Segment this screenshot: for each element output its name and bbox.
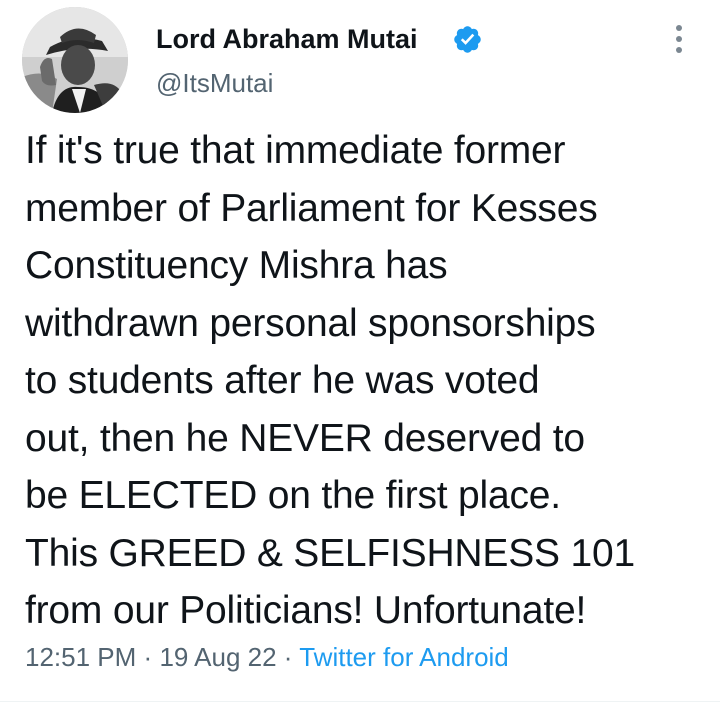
tweet-text-line: out, then he NEVER deserved to — [25, 416, 585, 460]
avatar[interactable] — [22, 7, 128, 113]
verified-badge-icon — [454, 26, 481, 53]
divider — [0, 701, 720, 702]
tweet-text: If it's true that immediate former membe… — [25, 122, 705, 640]
tweet-metadata: 12:51 PM · 19 Aug 22 · Twitter for Andro… — [25, 640, 509, 674]
tweet-source-link[interactable]: Twitter for Android — [299, 642, 509, 672]
profile-photo-icon — [22, 7, 128, 113]
tweet-text-line: member of Parliament for Kesses — [25, 186, 598, 230]
tweet-text-line: withdrawn personal sponsorships — [25, 301, 596, 345]
meta-separator: · — [143, 642, 153, 672]
tweet-text-line: If it's true that immediate former — [25, 129, 566, 172]
tweet-text-line: to students after he was voted — [25, 359, 540, 402]
tweet-time[interactable]: 12:51 PM — [25, 642, 136, 672]
tweet-date[interactable]: 19 Aug 22 — [159, 642, 276, 672]
meta-separator: · — [283, 642, 293, 672]
tweet-card: Lord Abraham Mutai @ItsMutai If it's tru… — [0, 0, 720, 703]
tweet-text-line: This GREED & SELFISHNESS 101 — [25, 531, 635, 575]
tweet-text-line: from our Politicians! Unfortunate! — [25, 589, 587, 632]
more-dot — [676, 25, 682, 31]
tweet-text-line: be ELECTED on the first place. — [25, 474, 561, 517]
more-dot — [676, 47, 682, 53]
author-handle[interactable]: @ItsMutai — [156, 66, 273, 100]
tweet-text-line: Constituency Mishra has — [25, 244, 448, 287]
more-options-icon[interactable] — [664, 20, 694, 58]
author-display-name[interactable]: Lord Abraham Mutai — [156, 22, 418, 56]
more-dot — [676, 36, 682, 42]
